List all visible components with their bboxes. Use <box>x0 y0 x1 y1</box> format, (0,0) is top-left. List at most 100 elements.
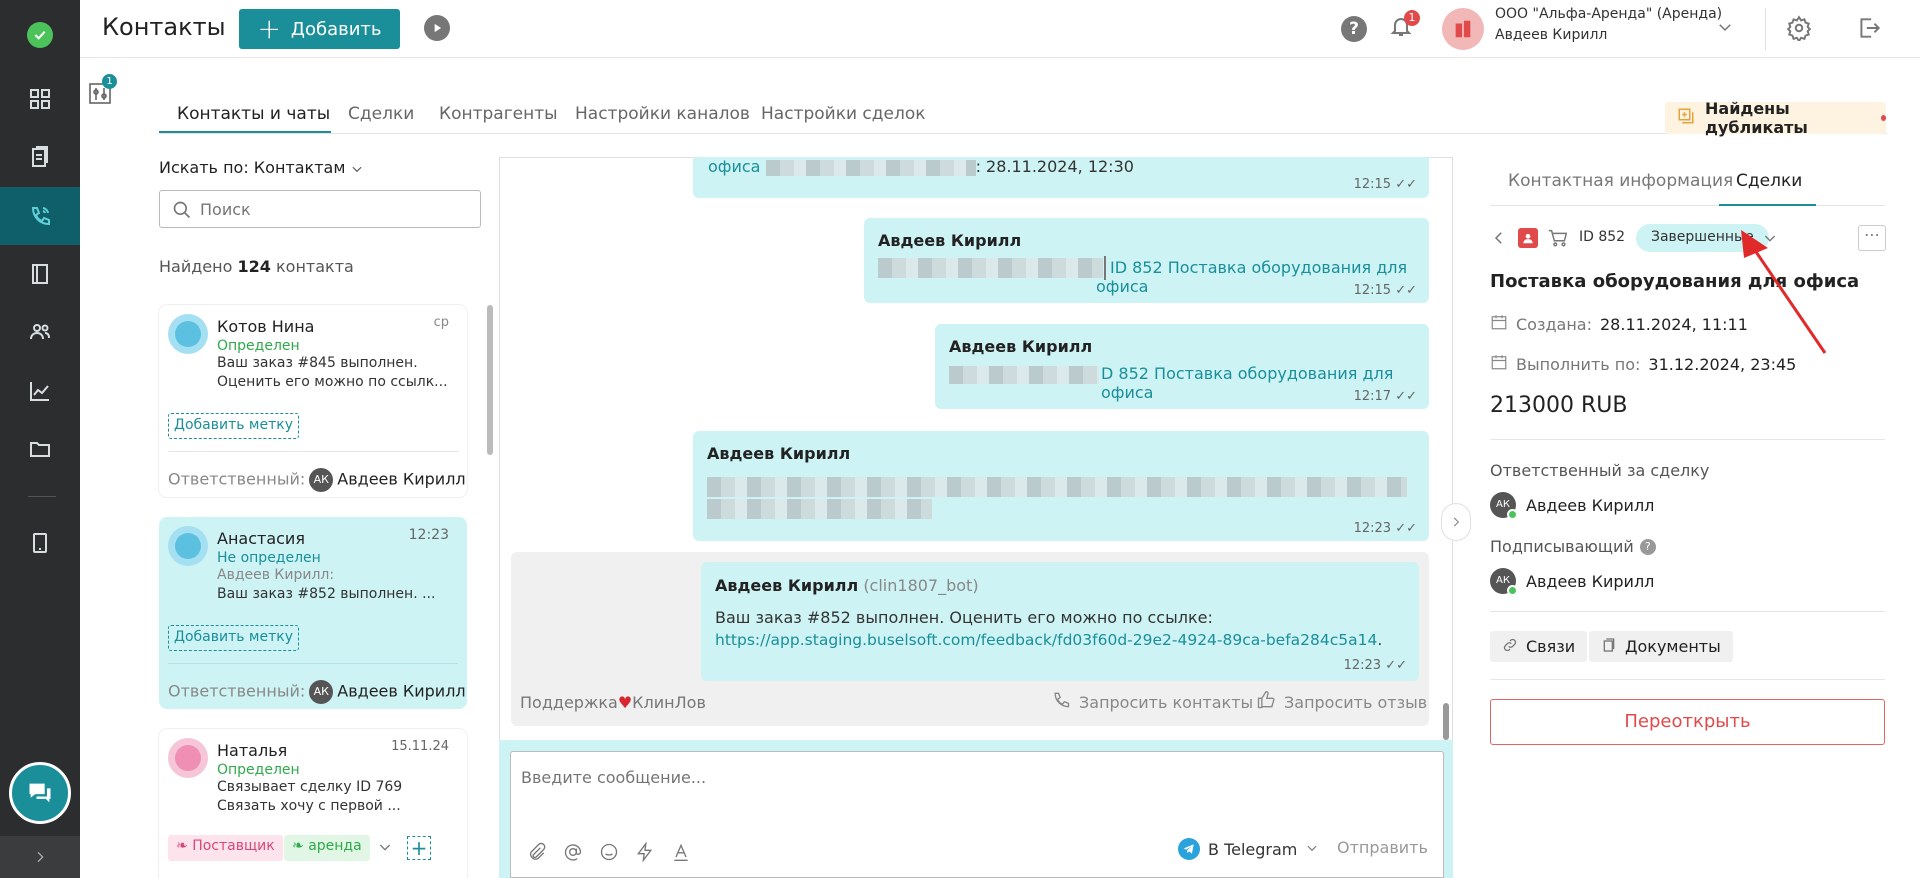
contact-avatar <box>168 526 208 566</box>
chat-scrollbar[interactable] <box>1443 703 1449 740</box>
folder-icon[interactable] <box>0 420 80 478</box>
duplicates-icon <box>1677 107 1695 129</box>
tab-contacts-chats[interactable]: Контакты и чаты <box>177 104 330 124</box>
responsible-name: Авдеев Кирилл <box>337 681 466 701</box>
org-chevron-down-icon[interactable] <box>1716 18 1734 40</box>
support-chat-icon[interactable] <box>9 762 71 824</box>
message-input[interactable] <box>521 764 1421 790</box>
contact-card-selected[interactable]: Анастасия 12:23 Не определен Авдеев Кири… <box>159 517 467 709</box>
thumbs-up-icon <box>1256 690 1276 714</box>
right-divider <box>1490 611 1885 612</box>
contact-status: Не определен <box>217 550 321 566</box>
add-tag-button[interactable]: Добавить метку <box>168 413 299 439</box>
reopen-button[interactable]: Переоткрыть <box>1490 699 1885 745</box>
lightning-icon[interactable] <box>635 841 655 866</box>
message-date: : 28.11.2024, 12:30 <box>975 157 1134 176</box>
users-icon[interactable] <box>0 303 80 361</box>
org-avatar[interactable] <box>1442 8 1484 50</box>
contact-card-icon <box>1518 228 1538 248</box>
send-channel-label: В Telegram <box>1208 839 1298 859</box>
mention-icon[interactable] <box>563 842 583 866</box>
book-icon[interactable] <box>0 245 80 303</box>
chat-message-out: Авдеев Кирилл ID 852 Поставка оборудован… <box>864 218 1429 303</box>
contact-preview-line2: Оценить его можно по ссылк... <box>217 374 448 390</box>
message-time: 12:15 ✓✓ <box>1353 283 1417 298</box>
collapse-panel-chevron-icon[interactable] <box>1441 503 1471 541</box>
tag-supplier[interactable]: ❧ Поставщик <box>168 835 283 861</box>
links-button[interactable]: Связи <box>1490 631 1588 662</box>
request-contacts-button[interactable]: Запросить контакты <box>1051 690 1253 714</box>
responsible-label: Ответственный: <box>168 681 306 701</box>
tab-counterparties[interactable]: Контрагенты <box>439 104 558 124</box>
message-author: Авдеев Кирилл (clin1807_bot) <box>715 576 979 595</box>
message-time-text: 12:23 <box>1353 521 1392 536</box>
send-channel-dropdown[interactable]: В Telegram <box>1178 838 1319 860</box>
tab-contact-info[interactable]: Контактная информация <box>1508 171 1733 191</box>
attach-icon[interactable] <box>527 842 547 866</box>
text-format-icon[interactable] <box>671 842 691 866</box>
phone-icon <box>1051 690 1071 714</box>
tags-chevron-down-icon[interactable] <box>377 839 393 859</box>
org-name[interactable]: ООО "Альфа-Аренда" (Аренда) <box>1495 6 1722 22</box>
right-divider <box>1490 439 1885 440</box>
tab-right-deals[interactable]: Сделки <box>1736 171 1802 191</box>
message-text: Ваш заказ #852 выполнен. Оценить его мож… <box>715 608 1213 627</box>
channel-left-text: Поддержка <box>520 693 618 712</box>
filter-badge: 1 <box>102 74 117 89</box>
add-button[interactable]: + Добавить <box>239 9 400 49</box>
right-divider <box>1490 679 1885 680</box>
found-suffix: контакта <box>275 257 354 276</box>
contact-card[interactable]: Котов Нина ср Определен Ваш заказ #845 в… <box>159 305 467 497</box>
documents-icon[interactable] <box>0 128 80 186</box>
dashboard-icon[interactable] <box>0 70 80 128</box>
blurred-text <box>707 499 932 519</box>
add-tag-plus-button[interactable]: + <box>407 836 431 860</box>
user-name[interactable]: Авдеев Кирилл <box>1495 27 1607 43</box>
message-text: офиса : 28.11.2024, 12:30 <box>708 157 1134 176</box>
tab-deals[interactable]: Сделки <box>348 104 414 124</box>
logout-icon[interactable] <box>1856 15 1882 45</box>
tab-deal-settings[interactable]: Настройки сделок <box>761 104 926 124</box>
help-icon[interactable]: ? <box>1639 538 1656 555</box>
device-icon[interactable] <box>0 514 80 572</box>
found-number: 124 <box>237 257 271 276</box>
card-divider <box>168 451 458 452</box>
expand-sidebar-icon[interactable] <box>0 836 80 878</box>
add-tag-button[interactable]: Добавить метку <box>168 625 299 651</box>
more-options-icon[interactable]: ⋯ <box>1858 225 1886 251</box>
documents-button[interactable]: Документы <box>1589 631 1733 662</box>
request-review-button[interactable]: Запросить отзыв <box>1256 690 1427 714</box>
search-input[interactable] <box>200 198 470 220</box>
blurred-text <box>765 159 976 176</box>
gear-icon[interactable] <box>1786 15 1812 45</box>
message-link-text[interactable]: офиса <box>708 157 760 176</box>
deal-signer[interactable]: АК Авдеев Кирилл <box>1490 568 1655 596</box>
contact-avatar <box>168 314 208 354</box>
send-button[interactable]: Отправить <box>1337 838 1428 857</box>
feedback-link[interactable]: https://app.staging.buselsoft.com/feedba… <box>715 631 1377 649</box>
add-button-label: Добавить <box>290 18 382 40</box>
contacts-phone-icon[interactable] <box>0 187 80 245</box>
signer-name: Авдеев Кирилл <box>1526 571 1655 591</box>
tab-channel-settings[interactable]: Настройки каналов <box>575 104 750 124</box>
duplicates-dot <box>1880 115 1886 121</box>
help-icon[interactable]: ? <box>1341 16 1367 42</box>
duplicates-button[interactable]: Найдены дубликаты <box>1665 99 1886 137</box>
leaf-icon: ❧ <box>292 838 309 854</box>
back-chevron-icon[interactable] <box>1490 229 1508 251</box>
tag-rent[interactable]: ❧ аренда <box>284 835 370 861</box>
message-time-text: 12:15 <box>1353 177 1392 192</box>
duplicates-label: Найдены дубликаты <box>1705 99 1808 137</box>
contact-card[interactable]: Наталья 15.11.24 Определен Связывает сде… <box>159 729 467 878</box>
deal-responsible[interactable]: АК Авдеев Кирилл <box>1490 492 1654 520</box>
chat-message-out: офиса : 28.11.2024, 12:30 12:15 ✓✓ <box>693 157 1429 198</box>
play-icon[interactable] <box>424 15 450 41</box>
contact-list-scrollbar[interactable] <box>487 305 493 455</box>
search-by-dropdown[interactable]: Искать по: Контактам <box>159 158 364 177</box>
analytics-icon[interactable] <box>0 362 80 420</box>
contact-status: Определен <box>217 762 300 778</box>
responsible-label: Ответственный за сделку <box>1490 461 1710 480</box>
search-field[interactable] <box>159 190 481 228</box>
emoji-icon[interactable] <box>599 842 619 866</box>
page-title: Контакты <box>102 13 226 41</box>
